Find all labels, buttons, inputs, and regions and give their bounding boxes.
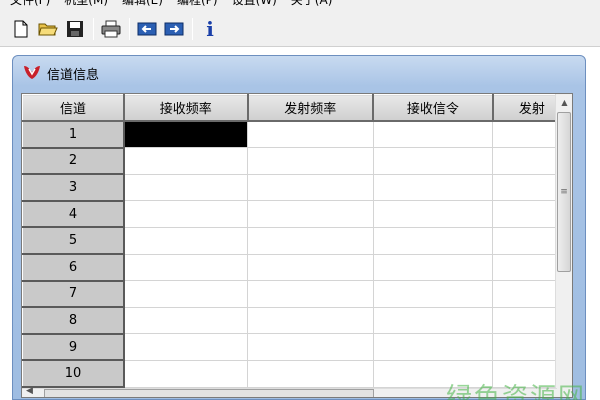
table-cell[interactable] <box>247 147 374 175</box>
table-cell[interactable] <box>123 306 248 335</box>
row-header[interactable]: 7 <box>22 280 125 309</box>
selected-cell[interactable] <box>123 120 248 149</box>
scroll-up-icon[interactable]: ▲ <box>556 94 572 111</box>
table-row: 1 <box>22 120 572 149</box>
table-cell[interactable] <box>247 359 374 388</box>
watermark-text: 绿色资源网 <box>445 383 586 400</box>
save-icon[interactable] <box>64 18 86 40</box>
window-title-bar[interactable]: 信道信息 <box>13 56 585 90</box>
table-cell[interactable] <box>123 253 248 282</box>
table-cell[interactable] <box>123 359 248 388</box>
channel-info-window: 信道信息 信道 接收频率 发射频率 接收信令 发射 1 2 3 4 5 6 7 … <box>12 55 586 400</box>
table-cell[interactable] <box>123 173 248 202</box>
row-header[interactable]: 10 <box>22 359 125 389</box>
row-header[interactable]: 2 <box>22 147 125 176</box>
table-cell[interactable] <box>372 333 494 361</box>
column-header-rx-signaling[interactable]: 接收信令 <box>372 94 494 123</box>
table-cell[interactable] <box>372 226 494 255</box>
info-icon[interactable]: i <box>199 16 221 41</box>
table-cell[interactable] <box>372 200 494 228</box>
menu-about[interactable]: 关于(A) <box>287 0 343 11</box>
table-cell[interactable] <box>247 173 374 202</box>
table-cell[interactable] <box>372 306 494 335</box>
row-header[interactable]: 9 <box>22 333 125 362</box>
read-from-radio-icon[interactable] <box>136 18 158 40</box>
table-cell[interactable] <box>123 226 248 255</box>
table-cell[interactable] <box>123 147 248 175</box>
row-header[interactable]: 6 <box>22 253 125 282</box>
row-header[interactable]: 8 <box>22 306 125 335</box>
row-header[interactable]: 1 <box>22 120 125 149</box>
table-row: 4 <box>22 200 572 229</box>
table-cell[interactable] <box>247 333 374 361</box>
menu-file[interactable]: 文件(F) <box>6 0 60 11</box>
toolbar-separator <box>93 17 94 40</box>
table-row: 3 <box>22 173 572 202</box>
vertical-scrollbar[interactable]: ▲ ≡ <box>555 94 572 397</box>
table-row: 2 <box>22 147 572 176</box>
row-header[interactable]: 5 <box>22 226 125 256</box>
channel-table: 信道 接收频率 发射频率 接收信令 发射 1 2 3 4 5 6 7 8 9 1… <box>22 94 572 389</box>
table-cell[interactable] <box>123 280 248 308</box>
table-cell[interactable] <box>247 306 374 335</box>
vertical-scroll-thumb[interactable]: ≡ <box>557 112 571 272</box>
column-header-channel[interactable]: 信道 <box>22 94 125 123</box>
row-header[interactable]: 4 <box>22 200 125 229</box>
table-cell[interactable] <box>247 280 374 308</box>
table-cell[interactable] <box>247 253 374 282</box>
table-row: 5 <box>22 226 572 256</box>
table-cell[interactable] <box>247 120 374 149</box>
column-header-tx-frequency[interactable]: 发射频率 <box>247 94 374 123</box>
menu-edit[interactable]: 编辑(E) <box>118 0 173 11</box>
new-file-icon[interactable] <box>10 18 32 40</box>
window-title: 信道信息 <box>47 67 100 83</box>
write-to-radio-icon[interactable] <box>163 18 185 40</box>
table-cell[interactable] <box>123 333 248 361</box>
channel-grid-area: 信道 接收频率 发射频率 接收信令 发射 1 2 3 4 5 6 7 8 9 1… <box>21 93 573 398</box>
table-row: 7 <box>22 280 572 309</box>
table-row: 6 <box>22 253 572 282</box>
toolbar-separator <box>129 17 130 40</box>
table-cell[interactable] <box>372 253 494 282</box>
scroll-left-icon[interactable]: ◀ <box>26 386 33 396</box>
toolbar-separator <box>192 17 193 40</box>
menu-settings[interactable]: 设置(W) <box>228 0 287 11</box>
table-cell[interactable] <box>372 120 494 149</box>
menu-bar: 文件(F) 机型(M) 编辑(E) 编程(P) 设置(W) 关于(A) <box>0 0 600 11</box>
toolbar: i <box>0 11 600 47</box>
table-cell[interactable] <box>123 200 248 228</box>
column-header-rx-frequency[interactable]: 接收频率 <box>123 94 249 123</box>
row-header[interactable]: 3 <box>22 173 125 202</box>
table-cell[interactable] <box>247 226 374 255</box>
info-glyph: i <box>206 16 214 41</box>
open-folder-icon[interactable] <box>37 18 59 40</box>
table-cell[interactable] <box>372 173 494 202</box>
table-row: 8 <box>22 306 572 335</box>
table-cell[interactable] <box>372 147 494 175</box>
grip-icon: ≡ <box>560 186 568 197</box>
menu-program[interactable]: 编程(P) <box>173 0 228 11</box>
horizontal-scroll-thumb[interactable] <box>44 389 374 397</box>
table-cell[interactable] <box>247 200 374 228</box>
table-row: 9 <box>22 333 572 362</box>
table-cell[interactable] <box>372 280 494 308</box>
menu-model[interactable]: 机型(M) <box>60 0 118 11</box>
print-icon[interactable] <box>100 18 122 40</box>
app-logo-icon <box>23 64 41 83</box>
